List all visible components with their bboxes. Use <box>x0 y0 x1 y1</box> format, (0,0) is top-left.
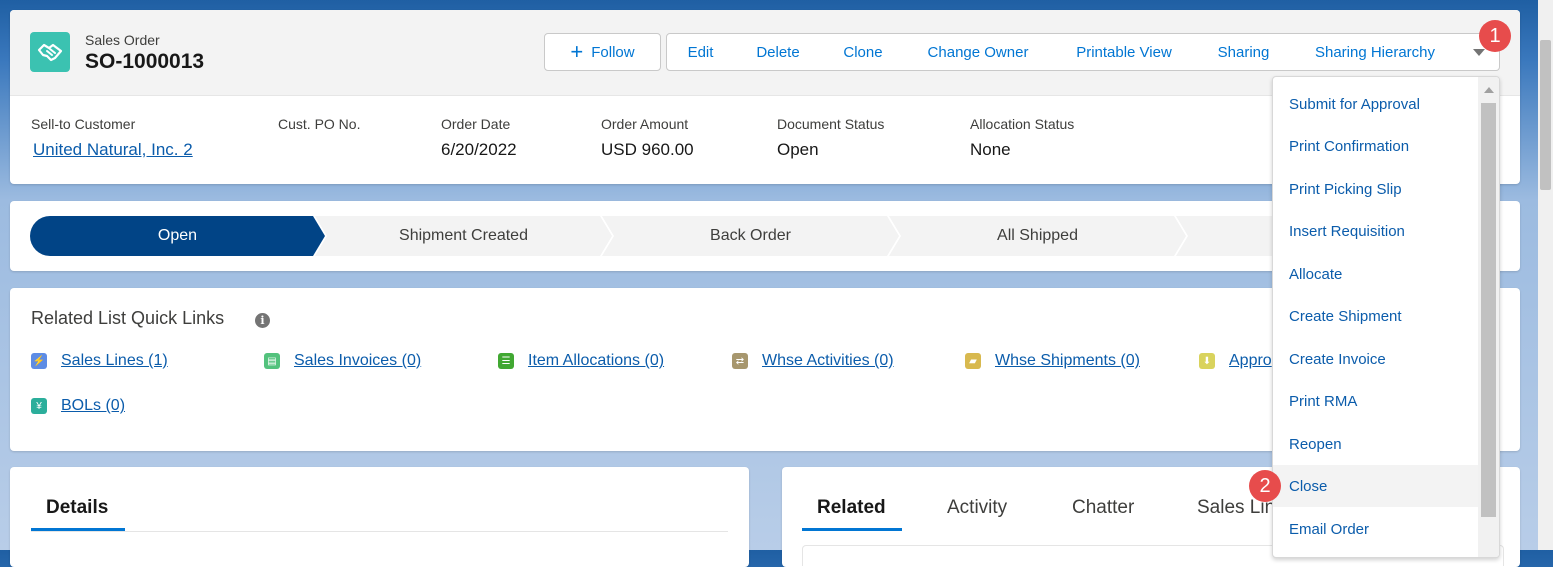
path-stage-back-order[interactable]: Back Order <box>602 216 899 256</box>
tab-divider <box>31 531 728 532</box>
customer-link[interactable]: United Natural, Inc. 2 <box>33 140 193 159</box>
info-icon[interactable]: i <box>255 313 270 328</box>
quick-link-whse-shipments[interactable]: ▰ Whse Shipments (0) <box>965 352 1140 370</box>
path-stage-open[interactable]: Open <box>30 216 325 256</box>
quick-link-sales-invoices[interactable]: ▤ Sales Invoices (0) <box>264 352 421 370</box>
approval-icon: ⬇ <box>1199 353 1215 369</box>
menu-item-print-rma[interactable]: Print RMA <box>1273 380 1478 422</box>
menu-item-allocate[interactable]: Allocate <box>1273 253 1478 295</box>
truck-icon: ▰ <box>965 353 981 369</box>
allocation-icon: ☰ <box>498 353 514 369</box>
sharing-button[interactable]: Sharing <box>1196 33 1292 71</box>
record-title: SO-1000013 <box>85 50 205 73</box>
printable-view-button[interactable]: Printable View <box>1052 33 1197 71</box>
menu-item-create-shipment[interactable]: Create Shipment <box>1273 295 1478 337</box>
object-type-label: Sales Order <box>85 32 160 48</box>
quick-link-item-allocations[interactable]: ☰ Item Allocations (0) <box>498 352 664 370</box>
details-card: Details <box>10 467 749 567</box>
menu-item-reopen[interactable]: Reopen <box>1273 423 1478 465</box>
plus-icon: + <box>570 39 584 64</box>
menu-item-print-confirmation[interactable]: Print Confirmation <box>1273 125 1478 167</box>
bol-icon: ¥ <box>31 398 47 414</box>
scroll-up-arrow-icon[interactable] <box>1484 87 1494 93</box>
tab-details[interactable]: Details <box>46 497 108 519</box>
menu-scroll-thumb[interactable] <box>1481 103 1496 517</box>
follow-button[interactable]: + Follow <box>544 33 661 71</box>
menu-item-print-picking-slip[interactable]: Print Picking Slip <box>1273 168 1478 210</box>
menu-item-insert-requisition[interactable]: Insert Requisition <box>1273 210 1478 252</box>
tab-related-underline <box>802 528 902 531</box>
quick-links-title: Related List Quick Links <box>31 308 225 328</box>
sharing-hierarchy-button[interactable]: Sharing Hierarchy <box>1291 33 1460 71</box>
menu-item-email-order[interactable]: Email Order <box>1273 508 1478 550</box>
page-scroll-thumb[interactable] <box>1540 40 1551 190</box>
field-sell-to-customer: Sell-to Customer United Natural, Inc. 2 <box>31 116 193 159</box>
field-cust-po: Cust. PO No. <box>278 116 361 132</box>
quick-link-whse-activities[interactable]: ⇄ Whse Activities (0) <box>732 352 894 370</box>
more-actions-menu: Submit for Approval Print Confirmation P… <box>1272 76 1500 558</box>
step-badge-2: 2 <box>1249 470 1281 502</box>
field-order-date: Order Date 6/20/2022 <box>441 116 517 159</box>
step-badge-1: 1 <box>1479 20 1511 52</box>
handshake-icon <box>30 32 70 72</box>
caret-down-icon <box>1473 49 1485 56</box>
path-stage-next[interactable] <box>1176 216 1286 256</box>
edit-button[interactable]: Edit <box>666 33 735 71</box>
field-order-amount: Order Amount USD 960.00 <box>601 116 694 159</box>
invoice-icon: ▤ <box>264 353 280 369</box>
delete-button[interactable]: Delete <box>734 33 823 71</box>
lightning-icon: ⚡ <box>31 353 47 369</box>
menu-item-close[interactable]: Close <box>1273 465 1478 507</box>
path-stage-all-shipped[interactable]: All Shipped <box>889 216 1186 256</box>
quick-link-sales-lines[interactable]: ⚡ Sales Lines (1) <box>31 352 168 370</box>
quick-link-approvals[interactable]: ⬇ Appro <box>1199 352 1272 370</box>
field-document-status: Document Status Open <box>777 116 885 159</box>
page-scrollbar[interactable] <box>1538 0 1553 550</box>
field-allocation-status: Allocation Status None <box>970 116 1075 159</box>
menu-scrollbar[interactable] <box>1478 77 1499 557</box>
tab-chatter[interactable]: Chatter <box>1072 497 1134 519</box>
path-stage-shipment-created[interactable]: Shipment Created <box>315 216 612 256</box>
menu-item-submit-for-approval[interactable]: Submit for Approval <box>1273 83 1478 125</box>
quick-link-bols[interactable]: ¥ BOLs (0) <box>31 397 125 415</box>
menu-item-create-invoice[interactable]: Create Invoice <box>1273 338 1478 380</box>
tab-activity[interactable]: Activity <box>947 497 1007 519</box>
activities-icon: ⇄ <box>732 353 748 369</box>
change-owner-button[interactable]: Change Owner <box>904 33 1053 71</box>
clone-button[interactable]: Clone <box>822 33 905 71</box>
tab-related[interactable]: Related <box>817 497 886 519</box>
